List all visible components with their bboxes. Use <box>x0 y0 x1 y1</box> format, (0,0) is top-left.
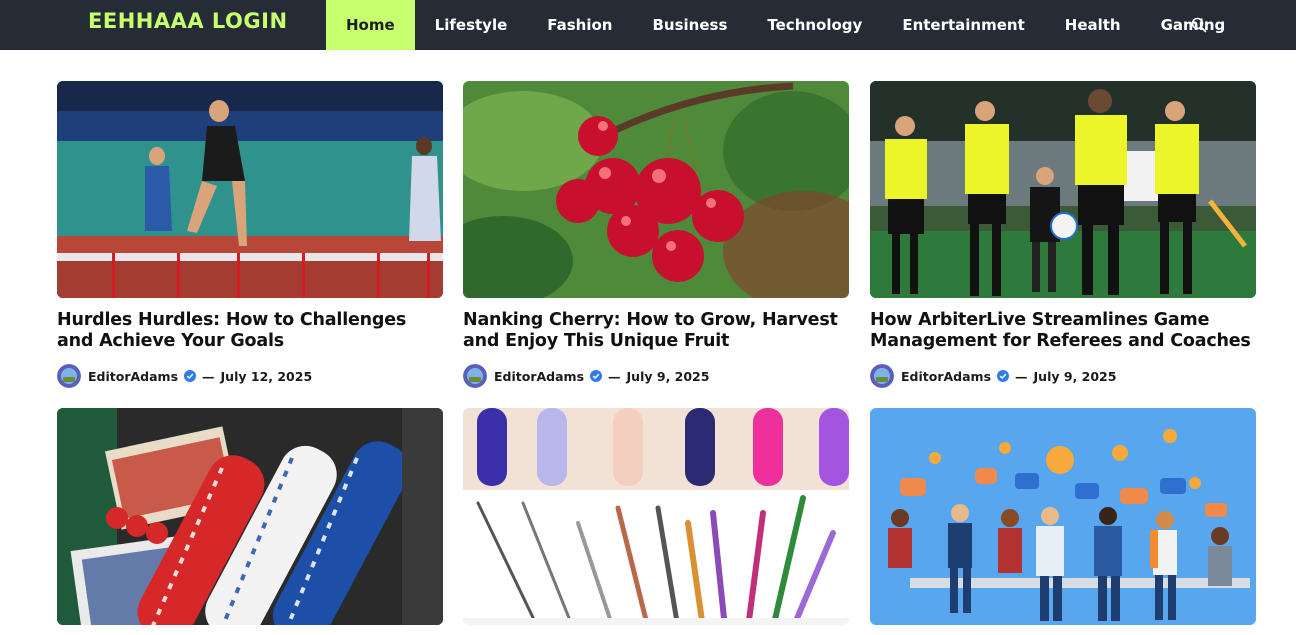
team-meeting-illustration <box>870 408 1256 625</box>
post-card <box>463 408 849 625</box>
post-date: July 12, 2025 <box>220 368 313 384</box>
post-thumbnail-poker[interactable] <box>57 408 443 625</box>
post-meta: EditorAdams — July 9, 2025 <box>870 364 1256 388</box>
post-card: How ArbiterLive Streamlines Game Managem… <box>870 81 1256 388</box>
post-card <box>870 408 1256 625</box>
search-button[interactable] <box>1186 12 1212 38</box>
author-avatar[interactable] <box>463 364 487 388</box>
meta-separator: — <box>1015 368 1028 384</box>
referees-photo <box>870 81 1256 298</box>
search-icon <box>1191 17 1207 33</box>
verified-badge-icon <box>184 370 197 382</box>
post-title[interactable]: Hurdles Hurdles: How to Challenges and A… <box>57 310 443 352</box>
post-meta: EditorAdams — July 9, 2025 <box>463 364 849 388</box>
post-title[interactable]: Nanking Cherry: How to Grow, Harvest and… <box>463 310 849 352</box>
post-meta: EditorAdams — July 12, 2025 <box>57 364 443 388</box>
cherries-photo <box>463 81 849 298</box>
hurdles-race-photo <box>57 81 443 298</box>
post-thumbnail-referees[interactable] <box>870 81 1256 298</box>
nav-item-technology[interactable]: Technology <box>747 0 882 50</box>
nav-item-home[interactable]: Home <box>326 0 415 50</box>
site-header: EEHHAAA LOGIN Home Lifestyle Fashion Bus… <box>0 0 1296 50</box>
verified-badge-icon <box>997 370 1010 382</box>
post-thumbnail-teamwork[interactable] <box>870 408 1256 625</box>
author-name[interactable]: EditorAdams <box>88 369 178 384</box>
poker-chips-photo <box>57 408 443 625</box>
post-date: July 9, 2025 <box>1033 368 1117 384</box>
nav-item-fashion[interactable]: Fashion <box>527 0 632 50</box>
site-logo[interactable]: EEHHAAA LOGIN <box>88 8 288 34</box>
author-avatar[interactable] <box>870 364 894 388</box>
post-card: Nanking Cherry: How to Grow, Harvest and… <box>463 81 849 388</box>
post-card <box>57 408 443 625</box>
post-thumbnail-nails[interactable] <box>463 408 849 625</box>
nail-art-brushes-photo <box>463 408 849 625</box>
post-thumbnail-cherry[interactable] <box>463 81 849 298</box>
meta-separator: — <box>202 368 215 384</box>
author-name[interactable]: EditorAdams <box>901 369 991 384</box>
post-title[interactable]: How ArbiterLive Streamlines Game Managem… <box>870 310 1256 352</box>
verified-badge-icon <box>590 370 603 382</box>
author-name[interactable]: EditorAdams <box>494 369 584 384</box>
main-nav: Home Lifestyle Fashion Business Technolo… <box>326 0 1245 50</box>
meta-separator: — <box>608 368 621 384</box>
nav-item-business[interactable]: Business <box>633 0 748 50</box>
nav-item-lifestyle[interactable]: Lifestyle <box>415 0 528 50</box>
post-thumbnail-hurdles[interactable] <box>57 81 443 298</box>
post-date: July 9, 2025 <box>626 368 710 384</box>
post-card: Hurdles Hurdles: How to Challenges and A… <box>57 81 443 388</box>
nav-item-entertainment[interactable]: Entertainment <box>882 0 1044 50</box>
nav-item-health[interactable]: Health <box>1045 0 1141 50</box>
author-avatar[interactable] <box>57 364 81 388</box>
